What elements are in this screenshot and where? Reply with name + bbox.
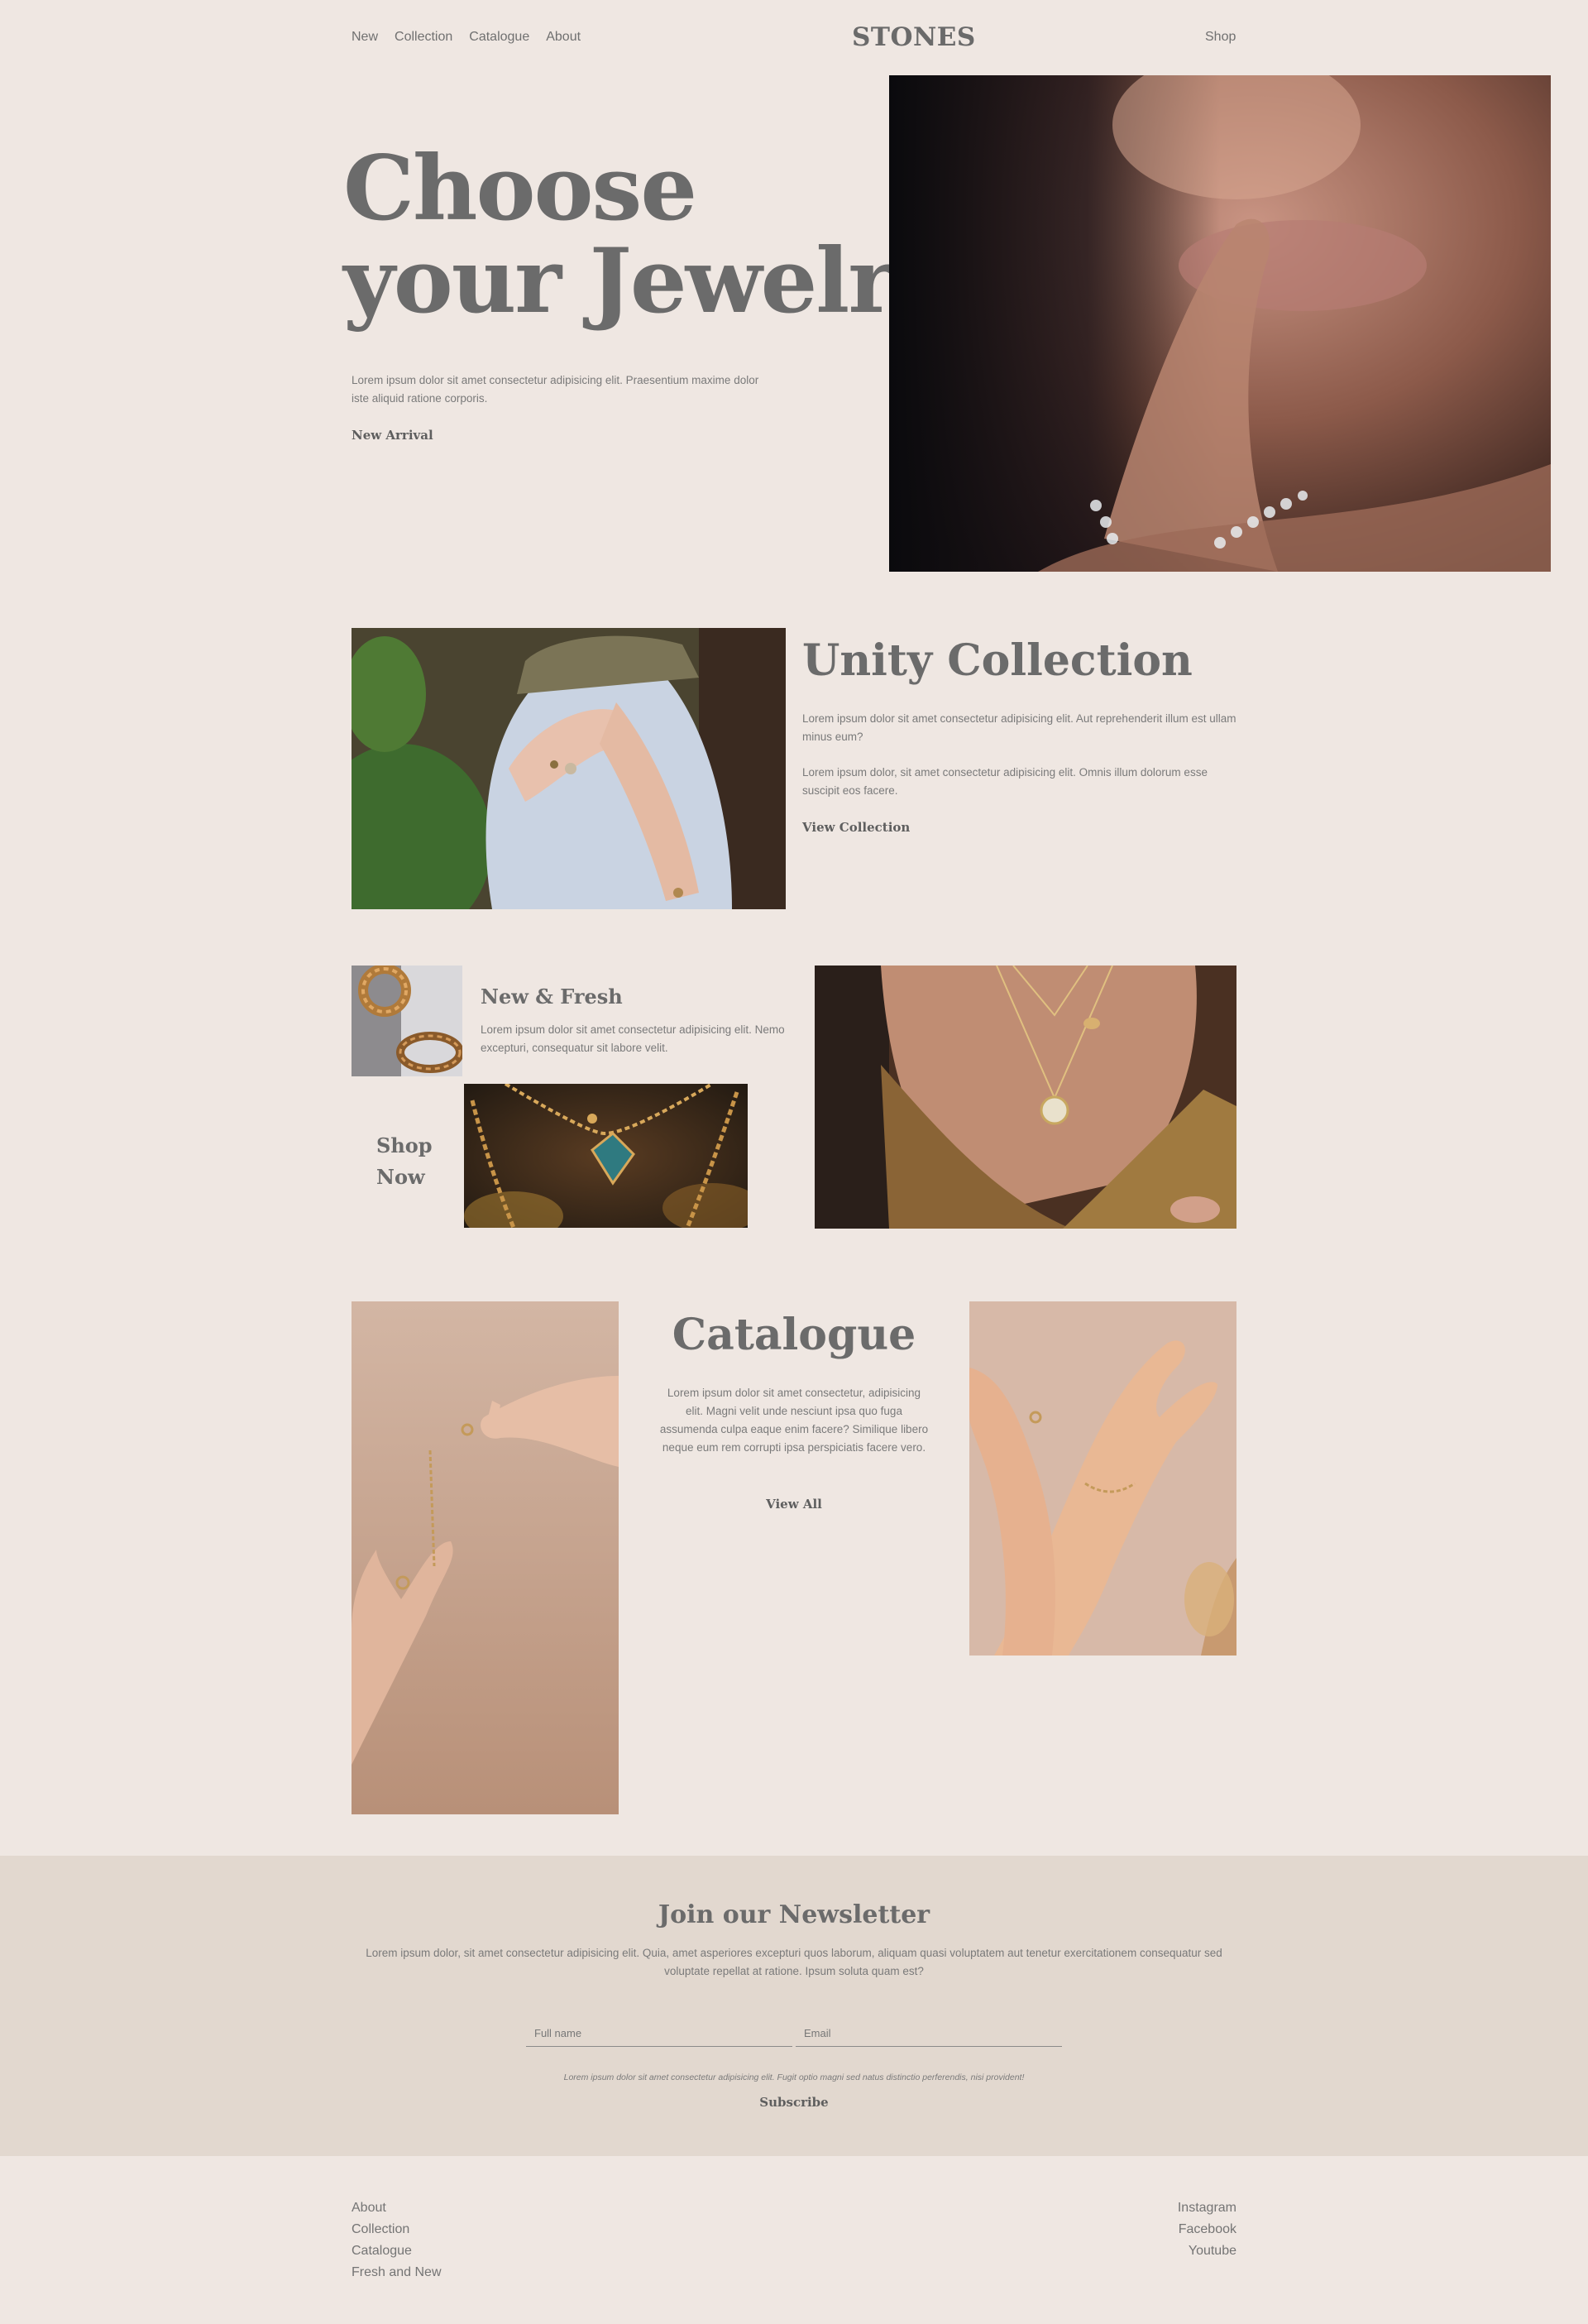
nav-about[interactable]: About [546,30,581,45]
unity-para-2: Lorem ipsum dolor, sit amet consectetur … [802,766,1208,797]
unity-para-1: Lorem ipsum dolor sit amet consectetur a… [802,712,1236,743]
hero-title-line1: Choose [343,137,697,241]
footer-youtube[interactable]: Youtube [1071,2240,1236,2262]
main-nav: New Collection Catalogue About [352,30,581,45]
catalogue-image-right [969,1301,1236,1656]
footer-fresh-and-new[interactable]: Fresh and New [352,2262,442,2283]
newsletter-fine-print: Lorem ipsum dolor sit amet consectetur a… [563,2072,1025,2082]
site-logo[interactable]: STONES [852,22,976,52]
footer-collection[interactable]: Collection [352,2219,442,2240]
unity-image [352,628,786,909]
footer-facebook[interactable]: Facebook [1071,2219,1236,2240]
footer-instagram[interactable]: Instagram [1071,2197,1236,2219]
footer-social-links: Instagram Facebook Youtube [1071,2197,1236,2262]
nav-catalogue[interactable]: Catalogue [469,30,529,45]
footer-about[interactable]: About [352,2197,442,2219]
email-input[interactable] [796,2020,1062,2047]
hero-image [889,75,1551,572]
fresh-title: New & Fresh [481,985,623,1009]
nav-new[interactable]: New [352,30,378,45]
full-name-input[interactable] [526,2020,792,2047]
catalogue-text: Lorem ipsum dolor sit amet consectetur, … [659,1387,929,1454]
hero-title: Choose your Jewelry [343,142,945,328]
unity-title: Unity Collection [802,635,1193,686]
new-arrival-link[interactable]: New Arrival [352,428,433,443]
fresh-pendant-image [464,1084,748,1228]
shop-now-line1: Shop [376,1133,433,1157]
nav-collection[interactable]: Collection [395,30,452,45]
hero-title-line2: your Jewelry [343,229,945,333]
view-all-link[interactable]: View All [638,1497,950,1512]
newsletter-title: Join our Newsletter [658,1900,930,1929]
newsletter-text: Lorem ipsum dolor, sit amet consectetur … [366,1947,1222,1977]
shop-now-link[interactable]: Shop Now [376,1130,433,1193]
fresh-rings-image [352,966,462,1076]
hero-text: Lorem ipsum dolor sit amet consectetur a… [352,374,759,405]
shop-now-line2: Now [376,1165,425,1189]
subscribe-button[interactable]: Subscribe [0,2095,1588,2110]
catalogue-image-left [352,1301,619,1814]
fresh-text: Lorem ipsum dolor sit amet consectetur a… [481,1023,785,1054]
footer-catalogue[interactable]: Catalogue [352,2240,442,2262]
nav-shop[interactable]: Shop [1205,30,1236,44]
shop-nav: Shop [1205,30,1236,45]
view-collection-link[interactable]: View Collection [802,820,910,835]
fresh-necklace-image [815,966,1236,1229]
footer-left-links: About Collection Catalogue Fresh and New [352,2197,442,2283]
catalogue-title: Catalogue [672,1310,916,1360]
newsletter-section: Join our Newsletter Lorem ipsum dolor, s… [0,1856,1588,2156]
